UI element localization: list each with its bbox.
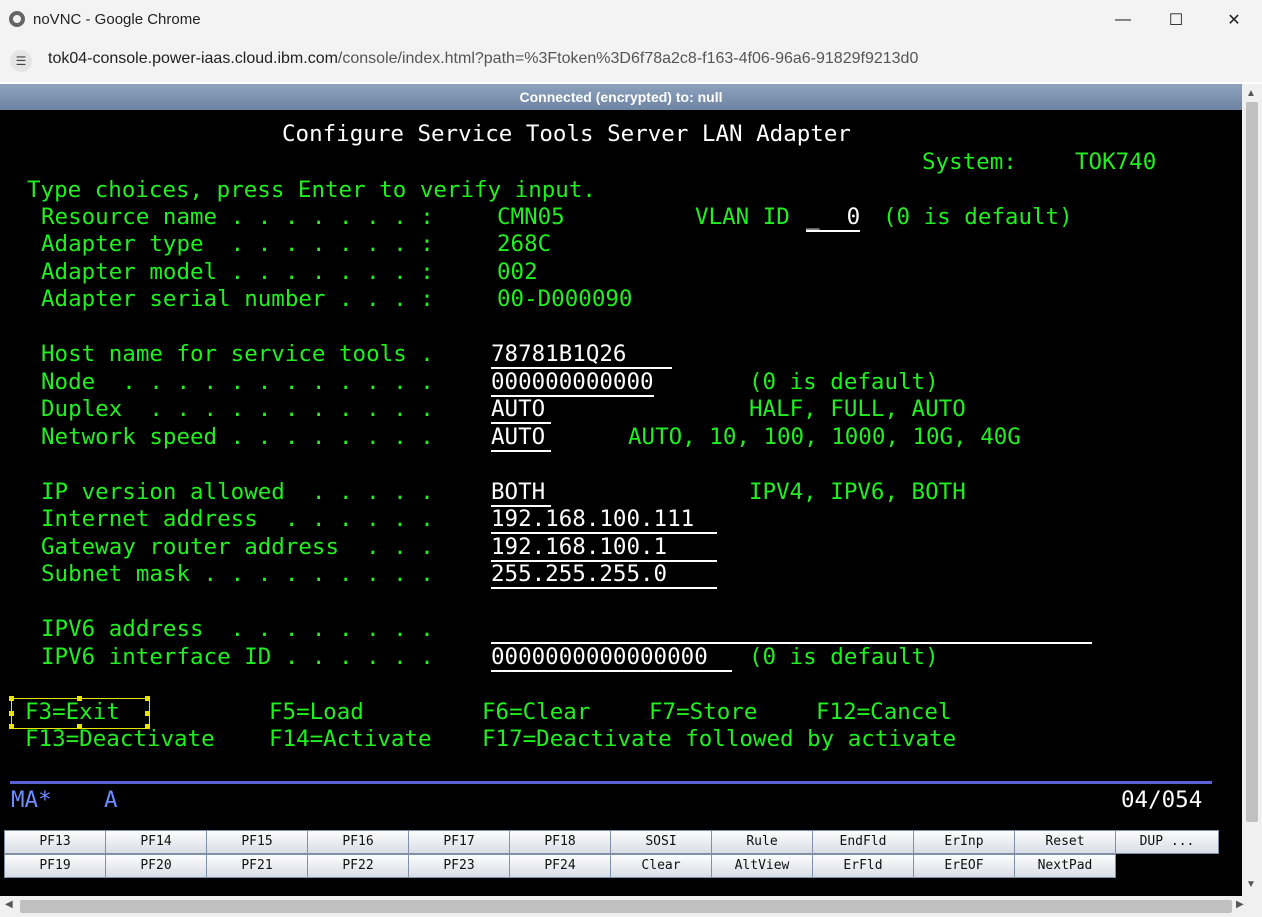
ipv6-interface-id-input[interactable]: 0000000000000000 — [491, 644, 732, 672]
chrome-app-icon — [9, 11, 25, 27]
vlan-id-label: VLAN ID — [695, 204, 790, 230]
vertical-scrollbar[interactable]: ▲ ▼ — [1242, 84, 1262, 896]
f12-cancel-key[interactable]: F12=Cancel — [816, 699, 951, 725]
pf13-button[interactable]: PF13 — [4, 830, 106, 854]
maximize-button[interactable]: ☐ — [1148, 0, 1204, 40]
pf24-button[interactable]: PF24 — [509, 854, 611, 878]
ip-version-label: IP version allowed . . . . . — [41, 479, 434, 505]
pf19-button[interactable]: PF19 — [4, 854, 106, 878]
subnet-mask-input[interactable]: 255.255.255.0 — [491, 561, 717, 589]
scroll-up-icon[interactable]: ▲ — [1246, 88, 1256, 99]
network-speed-label: Network speed . . . . . . . . — [41, 424, 434, 450]
ip-version-hint: IPV4, IPV6, BOTH — [749, 479, 966, 505]
f3-exit-key[interactable]: F3=Exit — [25, 699, 120, 725]
pf22-button[interactable]: PF22 — [307, 854, 409, 878]
adapter-type-label: Adapter type . . . . . . . : — [41, 231, 434, 257]
pf21-button[interactable]: PF21 — [206, 854, 308, 878]
duplex-input[interactable]: AUTO — [491, 396, 551, 424]
close-button[interactable]: ✕ — [1206, 0, 1262, 40]
pf23-button[interactable]: PF23 — [408, 854, 510, 878]
screen-title: Configure Service Tools Server LAN Adapt… — [282, 121, 851, 147]
pf14-button[interactable]: PF14 — [105, 830, 207, 854]
erase-eof-button[interactable]: ErEOF — [913, 854, 1015, 878]
f17-reactivate-key[interactable]: F17=Deactivate followed by activate — [482, 726, 956, 752]
f14-activate-key[interactable]: F14=Activate — [269, 726, 432, 752]
ipv6-address-input[interactable] — [491, 616, 1092, 644]
instruction-text: Type choices, press Enter to verify inpu… — [27, 177, 596, 203]
ipv6-interface-id-label: IPV6 interface ID . . . . . . — [41, 644, 434, 670]
internet-address-label: Internet address . . . . . . — [41, 506, 434, 532]
sosi-button[interactable]: SOSI — [610, 830, 712, 854]
status-mode-indicator: A — [104, 787, 118, 813]
f13-deactivate-key[interactable]: F13=Deactivate — [25, 726, 215, 752]
reset-button[interactable]: Reset — [1014, 830, 1116, 854]
network-speed-input[interactable]: AUTO — [491, 424, 551, 452]
horizontal-scrollbar[interactable]: ◀ ▶ — [0, 896, 1262, 917]
erase-input-button[interactable]: ErInp — [913, 830, 1015, 854]
network-speed-hint: AUTO, 10, 100, 1000, 10G, 40G — [628, 424, 1021, 450]
node-input[interactable]: 000000000000 — [491, 369, 654, 397]
minimize-button[interactable]: — — [1095, 0, 1151, 40]
status-message-indicator: MA* — [11, 787, 52, 813]
ipv6-interface-id-hint: (0 is default) — [749, 644, 939, 670]
scroll-left-icon[interactable]: ◀ — [5, 899, 13, 910]
scroll-right-icon[interactable]: ▶ — [1236, 899, 1244, 910]
f6-clear-key[interactable]: F6=Clear — [482, 699, 590, 725]
node-hint: (0 is default) — [749, 369, 939, 395]
window-titlebar: noVNC - Google Chrome — ☐ ✕ — [0, 0, 1262, 40]
erase-field-button[interactable]: ErFld — [812, 854, 914, 878]
vlan-id-input[interactable]: _ 0 — [806, 204, 861, 232]
resource-name-label: Resource name . . . . . . . : — [41, 204, 434, 230]
vertical-scroll-thumb[interactable] — [1246, 102, 1258, 822]
node-label: Node . . . . . . . . . . . . — [41, 369, 434, 395]
ipv6-address-label: IPV6 address . . . . . . . . — [41, 616, 434, 642]
gateway-address-label: Gateway router address . . . — [41, 534, 434, 560]
adapter-model-label: Adapter model . . . . . . . : — [41, 259, 434, 285]
duplex-hint: HALF, FULL, AUTO — [749, 396, 966, 422]
host-name-label: Host name for service tools . — [41, 341, 434, 367]
ip-version-input[interactable]: BOTH — [491, 479, 551, 507]
gateway-address-input[interactable]: 192.168.100.1 — [491, 534, 717, 562]
serial-number-value: 00-D000090 — [497, 286, 633, 312]
pf15-button[interactable]: PF15 — [206, 830, 308, 854]
alt-view-button[interactable]: AltView — [711, 854, 813, 878]
adapter-model-value: 002 — [497, 259, 538, 285]
pf20-button[interactable]: PF20 — [105, 854, 207, 878]
internet-address-input[interactable]: 192.168.100.111 — [491, 506, 717, 534]
scroll-down-icon[interactable]: ▼ — [1246, 879, 1256, 890]
pf18-button[interactable]: PF18 — [509, 830, 611, 854]
url-text[interactable]: tok04-console.power-iaas.cloud.ibm.com/c… — [48, 50, 918, 68]
pf17-button[interactable]: PF17 — [408, 830, 510, 854]
system-value: TOK740 — [1075, 149, 1157, 175]
f5-load-key[interactable]: F5=Load — [269, 699, 364, 725]
end-field-button[interactable]: EndFld — [812, 830, 914, 854]
dup-more-button[interactable]: DUP ... — [1115, 830, 1219, 854]
adapter-type-value: 268C — [497, 231, 552, 257]
address-bar[interactable]: ☰ tok04-console.power-iaas.cloud.ibm.com… — [0, 40, 1262, 82]
pf16-button[interactable]: PF16 — [307, 830, 409, 854]
host-name-input[interactable]: 78781B1Q26 — [491, 341, 672, 369]
window-title: noVNC - Google Chrome — [33, 11, 201, 28]
clear-button[interactable]: Clear — [610, 854, 712, 878]
terminal-screen[interactable]: Configure Service Tools Server LAN Adapt… — [0, 110, 1242, 896]
cursor-position: 04/054 — [1121, 787, 1203, 813]
pf-key-panel: PF13 PF14 PF15 PF16 PF17 PF18 SOSI Rule … — [0, 828, 1230, 880]
site-settings-icon[interactable]: ☰ — [10, 50, 32, 72]
serial-number-label: Adapter serial number . . . : — [41, 286, 434, 312]
duplex-label: Duplex . . . . . . . . . . . — [41, 396, 434, 422]
vlan-id-hint: (0 is default) — [883, 204, 1073, 230]
rule-button[interactable]: Rule — [711, 830, 813, 854]
next-pad-button[interactable]: NextPad — [1014, 854, 1116, 878]
horizontal-scroll-thumb[interactable] — [20, 900, 1232, 913]
status-separator — [10, 781, 1212, 784]
f7-store-key[interactable]: F7=Store — [649, 699, 757, 725]
resource-name-value: CMN05 — [497, 204, 565, 230]
system-label: System: — [922, 149, 1017, 175]
subnet-mask-label: Subnet mask . . . . . . . . . — [41, 561, 434, 587]
novnc-status-bar: Connected (encrypted) to: null — [0, 84, 1242, 110]
